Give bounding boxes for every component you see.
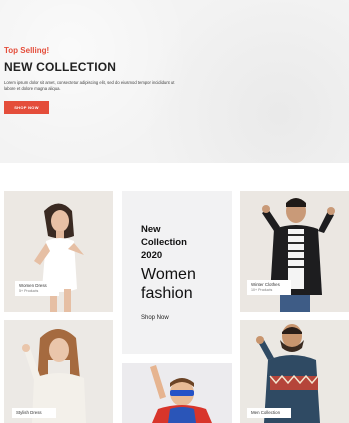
category-card-stylish-dress[interactable]: Stylish Dress — [4, 320, 113, 423]
category-count: 5+ Products — [19, 289, 39, 293]
category-tag: Women Dress 5+ Products — [15, 281, 59, 296]
category-tag: Stylish Dress — [12, 408, 56, 418]
category-card-men-collection[interactable]: Men Collection — [240, 320, 349, 423]
shop-now-button[interactable]: SHOP NOW — [4, 101, 49, 114]
hero-eyebrow: Top Selling! — [4, 46, 50, 55]
hero-title: NEW COLLECTION — [4, 60, 117, 74]
promo-title: New Collection 2020 — [141, 224, 187, 261]
category-tag: Winter Clothes 10+ Products — [247, 280, 291, 295]
category-tag: Men Collection — [247, 408, 291, 418]
category-count: 10+ Products — [251, 288, 273, 292]
shop-now-link[interactable]: Shop Now — [141, 315, 169, 321]
category-card-kids[interactable] — [122, 363, 232, 423]
category-name: Stylish Dress — [16, 410, 42, 415]
category-card-women-dress[interactable]: Women Dress 5+ Products — [4, 191, 113, 312]
hero-description: Lorem ipsum dolor sit amet, consectetur … — [4, 80, 175, 91]
promo-card: New Collection 2020 Women fashion Shop N… — [122, 191, 232, 354]
kid-model-image — [122, 363, 232, 423]
promo-headline: Women fashion — [141, 266, 196, 302]
category-name: Men Collection — [251, 410, 281, 415]
hero-banner: Top Selling! NEW COLLECTION Lorem ipsum … — [0, 0, 349, 163]
category-card-winter-clothes[interactable]: Winter Clothes 10+ Products — [240, 191, 349, 312]
